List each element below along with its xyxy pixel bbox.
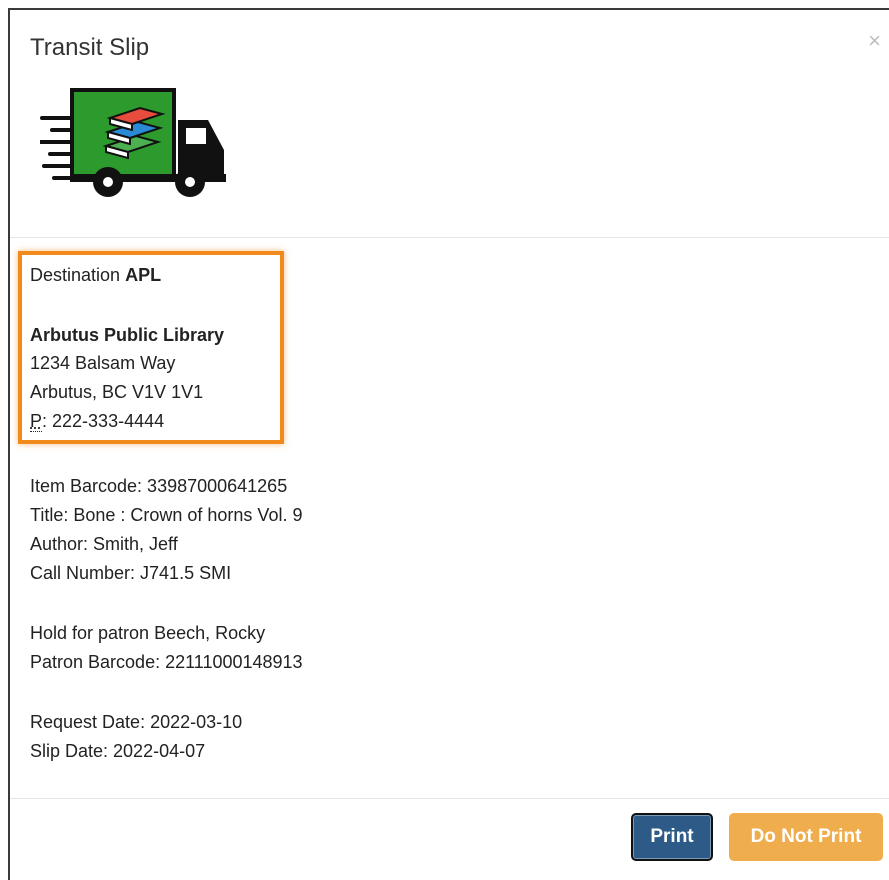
address-line-1: 1234 Balsam Way [30, 353, 176, 373]
slip-date: Slip Date: 2022-04-07 [30, 741, 206, 761]
item-call-number: Call Number: J741.5 SMI [30, 563, 232, 583]
phone-abbr: P [30, 411, 43, 432]
modal-title: Transit Slip [30, 34, 150, 61]
address-line-2: Arbutus, BC V1V 1V1 [30, 382, 204, 402]
modal-footer: Print Do Not Print [10, 799, 889, 879]
close-icon[interactable]: × [868, 30, 881, 52]
hold-patron: Hold for patron Beech, Rocky [30, 623, 266, 643]
item-author: Author: Smith, Jeff [30, 534, 178, 554]
print-button[interactable]: Print [631, 813, 713, 861]
modal-body: Destination APL Arbutus Public Library 1… [10, 238, 889, 799]
patron-barcode: Patron Barcode: 22111000148913 [30, 652, 303, 672]
do-not-print-button[interactable]: Do Not Print [729, 813, 883, 861]
library-name: Arbutus Public Library [30, 325, 225, 345]
delivery-truck-books-icon [40, 88, 226, 197]
phone-number: : 222-333-4444 [42, 411, 165, 431]
modal-header: Transit Slip × [10, 10, 889, 238]
destination-label: Destination [30, 265, 121, 285]
transit-slip-dialog: Transit Slip × Destination APL Arbutus P… [8, 8, 889, 880]
destination-code: APL [125, 265, 162, 285]
item-barcode: Item Barcode: 33987000641265 [30, 476, 288, 496]
request-date: Request Date: 2022-03-10 [30, 712, 243, 732]
destination-line: Destination APL [30, 265, 161, 286]
item-title: Title: Bone : Crown of horns Vol. 9 [30, 505, 303, 525]
phone-line: P: 222-333-4444 [30, 411, 164, 432]
